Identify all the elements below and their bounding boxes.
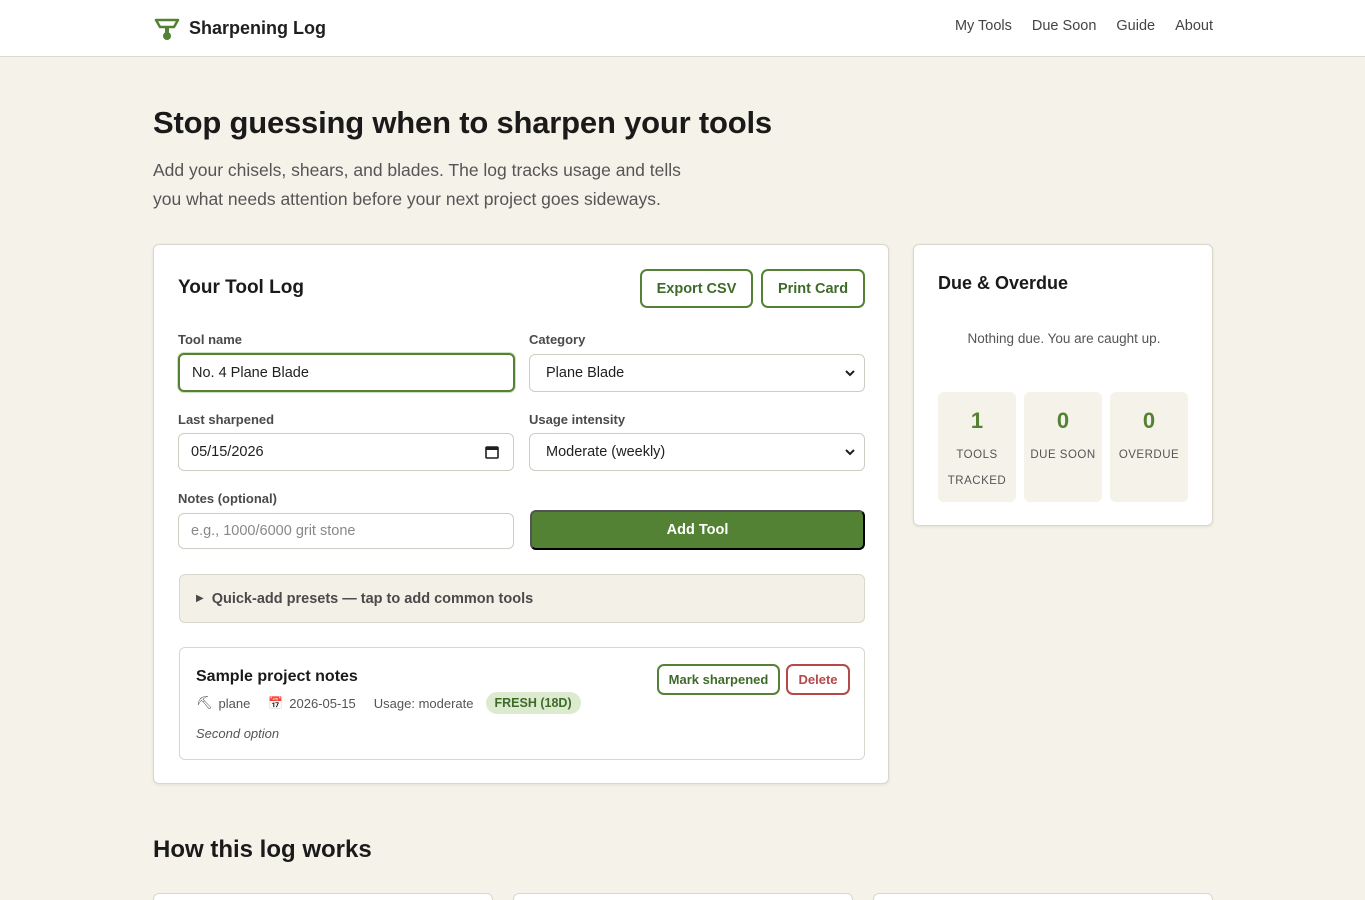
tool-name-value: No. 4 Plane Blade (192, 364, 309, 381)
due-overdue-card: Due & Overdue Nothing due. You are caugh… (913, 244, 1213, 526)
nav-my-tools[interactable]: My Tools (955, 18, 1012, 34)
usage-label: Usage intensity (529, 412, 626, 427)
delete-button[interactable]: Delete (786, 664, 850, 695)
stat-due-soon: 0 DUE SOON (1024, 392, 1102, 502)
tool-item-note: Second option (196, 726, 280, 741)
export-csv-button[interactable]: Export CSV (640, 269, 753, 308)
stat-label: TOOLS TRACKED (947, 449, 1007, 487)
how-it-works-title: How this log works (153, 836, 372, 863)
tool-name-input[interactable]: No. 4 Plane Blade (178, 353, 515, 392)
add-tool-button[interactable]: Add Tool (530, 510, 865, 550)
tool-item-meta: ⛏ plane 📅 2026-05-15 Usage: moderate FRE… (196, 692, 581, 714)
sharpening-stone-icon (154, 18, 180, 40)
brand-name: Sharpening Log (189, 17, 326, 38)
top-bar: Sharpening Log My Tools Due Soon Guide A… (0, 0, 1365, 57)
due-title: Due & Overdue (938, 273, 1069, 293)
category-label: Category (529, 332, 586, 347)
hero-subtitle-line1: Add your chisels, shears, and blades. Th… (153, 160, 681, 180)
last-sharpened-value: 05/15/2026 (191, 444, 264, 460)
usage-select[interactable]: Moderate (weekly) (529, 433, 865, 471)
tool-log-card: Your Tool Log Export CSV Print Card Tool… (153, 244, 889, 784)
stat-label: OVERDUE (1118, 449, 1180, 461)
how-card (153, 893, 493, 900)
stat-value: 0 (1142, 408, 1156, 433)
chevron-down-icon (845, 370, 855, 377)
tool-item-date: 2026-05-15 (289, 695, 356, 711)
brand[interactable]: Sharpening Log (153, 14, 326, 42)
stat-label: DUE SOON (1030, 449, 1096, 461)
mark-sharpened-button[interactable]: Mark sharpened (657, 664, 780, 695)
stat-value: 1 (970, 408, 984, 433)
tool-log-title: Your Tool Log (178, 277, 304, 298)
due-empty-message: Nothing due. You are caught up. (967, 331, 1161, 346)
nav-guide[interactable]: Guide (1116, 18, 1155, 34)
tool-name-label: Tool name (178, 332, 243, 347)
status-badge: FRESH (18D) (485, 692, 581, 714)
hero-subtitle: Add your chisels, shears, and blades. Th… (153, 156, 713, 214)
stat-value: 0 (1056, 408, 1070, 433)
stat-overdue: 0 OVERDUE (1110, 392, 1188, 502)
quick-add-presets[interactable]: ▶ Quick-add presets — tap to add common … (179, 574, 865, 623)
category-select[interactable]: Plane Blade (529, 354, 865, 392)
category-value: Plane Blade (546, 365, 625, 381)
tool-item-usage: Usage: moderate (373, 695, 474, 711)
print-card-button[interactable]: Print Card (761, 269, 865, 308)
calendar-icon[interactable] (485, 445, 499, 459)
hero-title: Stop guessing when to sharpen your tools (153, 105, 772, 140)
nav-due-soon[interactable]: Due Soon (1032, 18, 1097, 34)
notes-input[interactable]: e.g., 1000/6000 grit stone (178, 513, 514, 549)
nav-about[interactable]: About (1175, 18, 1213, 34)
disclosure-triangle-icon: ▶ (196, 593, 204, 604)
last-sharpened-input[interactable]: 05/15/2026 (178, 433, 514, 471)
how-card (513, 893, 853, 900)
stat-tools-tracked: 1 TOOLS TRACKED (938, 392, 1016, 502)
tool-item-category: plane (218, 695, 251, 711)
tool-list-item: Sample project notes ⛏ plane 📅 2026-05-1… (179, 647, 865, 760)
presets-label: Quick-add presets — tap to add common to… (211, 590, 534, 607)
pick-icon: ⛏ (196, 695, 213, 710)
last-sharpened-label: Last sharpened (178, 412, 275, 427)
usage-value: Moderate (weekly) (546, 444, 666, 460)
main-nav: My Tools Due Soon Guide About (955, 18, 1213, 34)
calendar-icon: 📅 (268, 696, 284, 710)
hero-subtitle-line2: you what needs attention before your nex… (153, 189, 661, 209)
tool-item-name: Sample project notes (196, 668, 358, 685)
chevron-down-icon (845, 449, 855, 456)
notes-label: Notes (optional) (178, 491, 277, 506)
notes-placeholder: e.g., 1000/6000 grit stone (191, 523, 356, 539)
how-card (873, 893, 1213, 900)
